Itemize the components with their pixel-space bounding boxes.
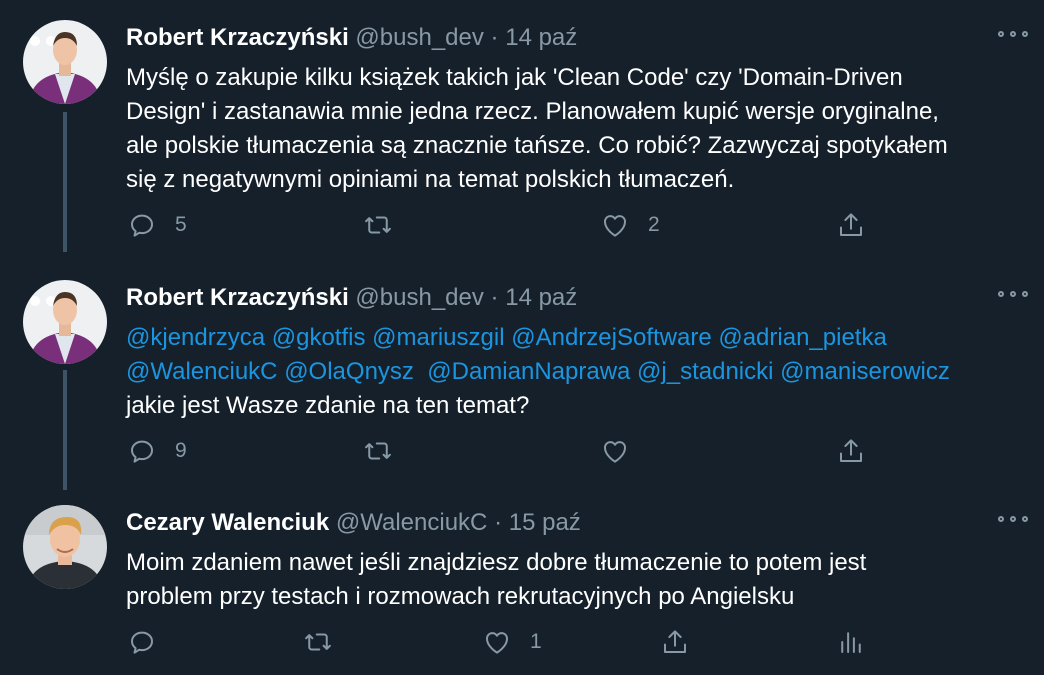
tweet-text-line: Design' i zastanawia mnie jedna rzecz. P… [126, 98, 939, 125]
retweet-icon [305, 633, 331, 651]
avatar-photo [23, 280, 107, 364]
share-icon [664, 630, 686, 653]
mention-link[interactable]: @AndrzejSoftware [511, 324, 711, 351]
tweet-text: @kjendrzyca @gkotfis @mariuszgil @Andrze… [126, 321, 1026, 423]
avatar[interactable] [23, 20, 107, 104]
mention-link[interactable]: @adrian_pietka [718, 324, 886, 351]
mentions-line: @kjendrzyca @gkotfis @mariuszgil @Andrze… [126, 321, 1026, 355]
reply-button[interactable] [127, 622, 157, 662]
like-button[interactable] [600, 431, 630, 471]
tweet-header: Robert Krzaczyński @bush_dev · 14 paź [126, 283, 577, 313]
tweet-text-line: się z negatywnymi opiniami na temat pols… [126, 166, 735, 193]
heart-icon [486, 632, 508, 654]
avatar-photo [23, 505, 107, 589]
tweet-3[interactable]: Cezary Walenciuk @WalenciukC · 15 paź Mo… [0, 505, 1044, 670]
tweet-date[interactable]: 15 paź [509, 509, 581, 536]
retweet-icon [365, 442, 391, 460]
tweet-date[interactable]: 14 paź [505, 284, 577, 311]
like-button[interactable]: 1 [482, 622, 542, 662]
tweet-text-line: jakie jest Wasze zdanie na ten temat? [126, 392, 530, 419]
tweet-text: Moim zdaniem nawet jeśli znajdziesz dobr… [126, 546, 1026, 614]
reply-icon [131, 440, 153, 463]
reply-icon [131, 214, 153, 237]
share-button[interactable] [660, 622, 690, 662]
mention-link[interactable]: @maniserowicz [780, 358, 950, 385]
mention-link[interactable]: @mariuszgil [372, 324, 504, 351]
avatar-photo [23, 20, 107, 104]
tweet-text: Myślę o zakupie kilku książek takich jak… [126, 61, 1026, 197]
retweet-button[interactable] [303, 622, 333, 662]
share-icon [840, 439, 862, 462]
more-icon[interactable] [998, 24, 1028, 44]
retweet-button[interactable] [363, 205, 393, 245]
tweet-actions: 1 [0, 622, 1044, 662]
heart-icon [604, 215, 626, 237]
reply-count: 9 [175, 439, 187, 462]
mention-link[interactable]: @DamianNaprawa [427, 358, 630, 385]
more-icon[interactable] [998, 284, 1028, 304]
mention-link[interactable]: @kjendrzyca [126, 324, 265, 351]
retweet-icon [365, 216, 391, 234]
separator-dot: · [494, 509, 503, 536]
share-icon [840, 213, 862, 236]
tweet-text-line: Myślę o zakupie kilku książek takich jak… [126, 64, 903, 91]
tweet-header: Cezary Walenciuk @WalenciukC · 15 paź [126, 508, 581, 538]
analytics-icon [841, 632, 861, 653]
share-button[interactable] [836, 205, 866, 245]
reply-icon [131, 631, 153, 654]
like-button[interactable]: 2 [600, 205, 660, 245]
mention-link[interactable]: @OlaQnysz [284, 358, 414, 385]
tweet-actions: 5 2 [0, 205, 1044, 245]
author-name[interactable]: Robert Krzaczyński [126, 24, 349, 51]
mention-link[interactable]: @j_stadnicki [637, 358, 773, 385]
share-button[interactable] [836, 431, 866, 471]
avatar[interactable] [23, 505, 107, 589]
tweet-actions: 9 [0, 431, 1044, 471]
tweet-text-line: Moim zdaniem nawet jeśli znajdziesz dobr… [126, 549, 867, 576]
like-count: 1 [530, 630, 542, 653]
analytics-button[interactable] [836, 622, 866, 662]
tweet-2[interactable]: Robert Krzaczyński @bush_dev · 14 paź @k… [0, 280, 1044, 480]
tweet-header: Robert Krzaczyński @bush_dev · 14 paź [126, 23, 577, 53]
heart-icon [604, 441, 626, 463]
more-icon[interactable] [998, 509, 1028, 529]
tweet-text-line: ale polskie tłumaczenia są znacznie tańs… [126, 132, 948, 159]
tweet-date[interactable]: 14 paź [505, 24, 577, 51]
reply-button[interactable]: 9 [127, 431, 187, 471]
retweet-button[interactable] [363, 431, 393, 471]
author-handle[interactable]: @WalenciukC [336, 509, 488, 536]
reply-count: 5 [175, 213, 187, 236]
avatar[interactable] [23, 280, 107, 364]
author-handle[interactable]: @bush_dev [355, 24, 483, 51]
mentions-line: @WalenciukC @OlaQnysz @DamianNaprawa @j_… [126, 355, 1026, 389]
tweet-1[interactable]: Robert Krzaczyński @bush_dev · 14 paź My… [0, 20, 1044, 250]
author-name[interactable]: Cezary Walenciuk [126, 509, 329, 536]
separator-dot: · [490, 284, 499, 311]
mention-link[interactable]: @WalenciukC [126, 358, 278, 385]
tweet-text-line: problem przy testach i rozmowach rekruta… [126, 583, 795, 610]
separator-dot: · [490, 24, 499, 51]
like-count: 2 [648, 213, 660, 236]
reply-button[interactable]: 5 [127, 205, 187, 245]
author-name[interactable]: Robert Krzaczyński [126, 284, 349, 311]
mention-link[interactable]: @gkotfis [272, 324, 366, 351]
author-handle[interactable]: @bush_dev [355, 284, 483, 311]
